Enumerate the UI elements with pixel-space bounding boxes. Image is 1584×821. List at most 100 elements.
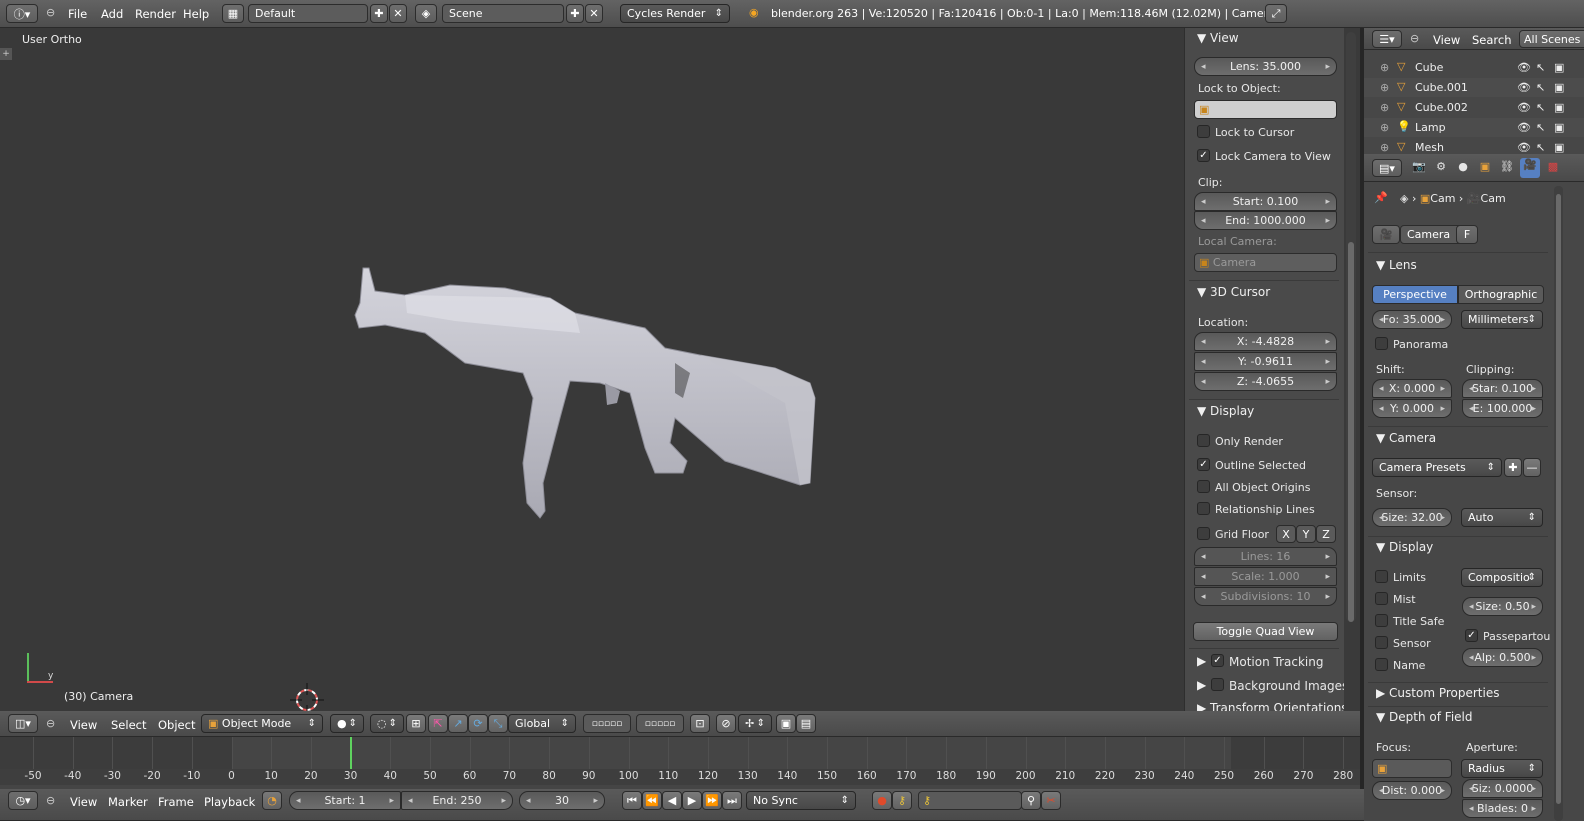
menu-render[interactable]: Render xyxy=(135,7,176,21)
frame-start-field[interactable]: Start: 1 xyxy=(289,791,401,810)
opengl-render-icon[interactable]: ▤ xyxy=(796,714,816,733)
mist-checkbox[interactable] xyxy=(1375,592,1388,605)
camera-datablock-icon[interactable]: 🎥 xyxy=(1372,225,1400,244)
toggle-quad-view-button[interactable]: Toggle Quad View xyxy=(1193,622,1338,641)
transform-orientations-header[interactable]: ▶ Transform Orientations xyxy=(1197,701,1344,711)
sensor-size-field[interactable]: Size: 32.00 xyxy=(1372,508,1452,527)
frame-end-field[interactable]: End: 250 xyxy=(401,791,513,810)
aperture-size-field[interactable]: Siz: 0.0000 xyxy=(1462,779,1543,798)
outliner-row[interactable]: ⊕ 💡 Lamp 👁 ↖ ▣ xyxy=(1364,118,1584,137)
lock-to-cursor-checkbox[interactable] xyxy=(1197,125,1210,138)
toolshelf-expand-icon[interactable]: + xyxy=(0,48,12,60)
cam-display-panel-header[interactable]: ▼ Display xyxy=(1376,540,1433,554)
timeline-menu-marker[interactable]: Marker xyxy=(108,795,148,809)
timeline-playhead[interactable] xyxy=(350,737,352,769)
insert-keyframe-icon[interactable]: ⚲ xyxy=(1021,791,1041,810)
expand-icon[interactable]: ⊕ xyxy=(1380,141,1389,154)
current-frame-field[interactable]: 30 xyxy=(519,791,605,810)
layers-group-1[interactable]: ▫▫▫▫▫ xyxy=(583,714,631,733)
title-safe-checkbox[interactable] xyxy=(1375,614,1388,627)
collapse-menu-icon[interactable]: ⊖ xyxy=(46,6,55,19)
npanel-scrollbar[interactable] xyxy=(1346,32,1356,622)
grid-subdivisions-field[interactable]: Subdivisions: 10 xyxy=(1194,587,1337,606)
render-engine-select[interactable]: Cycles Render xyxy=(620,4,730,23)
constraints-tab-icon[interactable]: ⛓ xyxy=(1498,160,1516,176)
timeline-editor-type[interactable]: ◷▾ xyxy=(8,791,38,810)
cursor-section-header[interactable]: ▼ 3D Cursor xyxy=(1197,285,1270,299)
custom-properties-header[interactable]: ▶ Custom Properties xyxy=(1376,686,1499,700)
focus-distance-field[interactable]: Dist: 0.000 xyxy=(1372,781,1452,800)
cursor-y-field[interactable]: Y: -0.9611 xyxy=(1194,352,1337,371)
delete-keyframe-icon[interactable]: ✂ xyxy=(1041,791,1061,810)
lens-field[interactable]: Lens: 35.000 xyxy=(1194,57,1337,76)
scene-field[interactable]: Scene xyxy=(442,4,564,23)
visibility-eye-icon[interactable]: 👁 xyxy=(1517,81,1531,94)
composition-guides-select[interactable]: Compositio xyxy=(1461,568,1543,587)
timeline-menu-playback[interactable]: Playback xyxy=(204,795,255,809)
renderable-camera-icon[interactable]: ▣ xyxy=(1554,61,1564,74)
limits-checkbox[interactable] xyxy=(1375,570,1388,583)
expand-icon[interactable]: ⊕ xyxy=(1380,81,1389,94)
name-checkbox[interactable] xyxy=(1375,658,1388,671)
object-tab-icon[interactable]: ▣ xyxy=(1476,160,1494,176)
outline-selected-checkbox[interactable]: ✓ xyxy=(1197,458,1210,471)
renderable-camera-icon[interactable]: ▣ xyxy=(1554,81,1564,94)
display-section-header[interactable]: ▼ Display xyxy=(1197,404,1254,418)
lock-camera-checkbox[interactable]: ✓ xyxy=(1197,149,1210,162)
camera-data-tab-icon[interactable]: 🎥 xyxy=(1520,158,1540,178)
all-origins-checkbox[interactable] xyxy=(1197,480,1210,493)
grid-axis-y-toggle[interactable]: Y xyxy=(1296,525,1316,543)
aperture-type-select[interactable]: Radius xyxy=(1461,759,1543,778)
selectable-cursor-icon[interactable]: ↖ xyxy=(1536,81,1545,94)
renderable-camera-icon[interactable]: ▣ xyxy=(1554,141,1564,154)
menu-add[interactable]: Add xyxy=(101,7,123,21)
sensor-display-checkbox[interactable] xyxy=(1375,636,1388,649)
timeline-editor[interactable]: -50 -40 -30 -20 -10 0 10 20 30 40 50 60 70 80 90 100 110… xyxy=(0,737,1360,789)
view-section-header[interactable]: ▼ View xyxy=(1197,31,1239,45)
camera-presets-select[interactable]: Camera Presets xyxy=(1372,458,1502,477)
selectable-cursor-icon[interactable]: ↖ xyxy=(1536,121,1545,134)
sync-mode-select[interactable]: No Sync xyxy=(746,791,856,810)
add-scene-button[interactable]: ✚ xyxy=(566,4,584,23)
view3d-menu-select[interactable]: Select xyxy=(111,718,146,732)
focal-length-field[interactable]: Fo: 35.000 xyxy=(1372,310,1452,329)
translate-manipulator-icon[interactable]: ⇱ xyxy=(428,714,448,733)
selectable-cursor-icon[interactable]: ↖ xyxy=(1536,141,1545,154)
remove-scene-button[interactable]: ✕ xyxy=(585,4,603,23)
renderable-camera-icon[interactable]: ▣ xyxy=(1554,121,1564,134)
grid-floor-checkbox[interactable] xyxy=(1197,527,1210,540)
collapse-menu-icon[interactable]: ⊖ xyxy=(46,794,55,807)
fullscreen-button[interactable]: ⤢ xyxy=(1265,4,1287,23)
outliner-row[interactable]: ⊕ ▽ Cube 👁 ↖ ▣ xyxy=(1364,58,1584,77)
relationship-lines-checkbox[interactable] xyxy=(1197,502,1210,515)
play-reverse-icon[interactable]: ◀ xyxy=(662,791,682,810)
editor-type-button[interactable]: ⓘ▾ xyxy=(6,4,38,23)
menu-file[interactable]: File xyxy=(68,7,87,21)
add-preset-button[interactable]: ✚ xyxy=(1504,458,1522,477)
motion-tracking-header[interactable]: ▶ xyxy=(1197,654,1206,668)
transform-orientation-select[interactable]: Global xyxy=(508,714,576,733)
view3d-editor-type[interactable]: ◫▾ xyxy=(8,714,38,733)
grid-scale-field[interactable]: Scale: 1.000 xyxy=(1194,567,1337,586)
visibility-eye-icon[interactable]: 👁 xyxy=(1517,61,1531,74)
preview-range-icon[interactable]: ◔ xyxy=(262,791,282,810)
lock-layers-icon[interactable]: ⊡ xyxy=(690,714,710,733)
expand-icon[interactable]: ⊕ xyxy=(1380,121,1389,134)
properties-editor-type[interactable]: ▤▾ xyxy=(1372,159,1402,177)
shift-y-field[interactable]: Y: 0.000 xyxy=(1372,399,1452,418)
clip-end-field[interactable]: End: 1000.000 xyxy=(1194,211,1337,230)
motion-tracking-checkbox[interactable]: ✓ xyxy=(1211,654,1224,667)
sensor-fit-select[interactable]: Auto xyxy=(1461,508,1543,527)
clip-start-field[interactable]: Start: 0.100 xyxy=(1194,192,1337,211)
scene-icon[interactable]: ◈ xyxy=(415,4,437,23)
scale-icon[interactable]: ⤡ xyxy=(488,714,508,733)
screen-layout-icon[interactable]: ▦ xyxy=(222,4,244,23)
rifle-model[interactable] xyxy=(345,233,825,533)
visibility-eye-icon[interactable]: 👁 xyxy=(1517,141,1531,154)
cursor-z-field[interactable]: Z: -4.0655 xyxy=(1194,372,1337,391)
next-keyframe-icon[interactable]: ⏩ xyxy=(702,791,722,810)
background-images-checkbox[interactable] xyxy=(1211,678,1224,691)
expand-icon[interactable]: ⊕ xyxy=(1380,61,1389,74)
visibility-eye-icon[interactable]: 👁 xyxy=(1517,101,1531,114)
grid-axis-z-toggle[interactable]: Z xyxy=(1316,525,1336,543)
